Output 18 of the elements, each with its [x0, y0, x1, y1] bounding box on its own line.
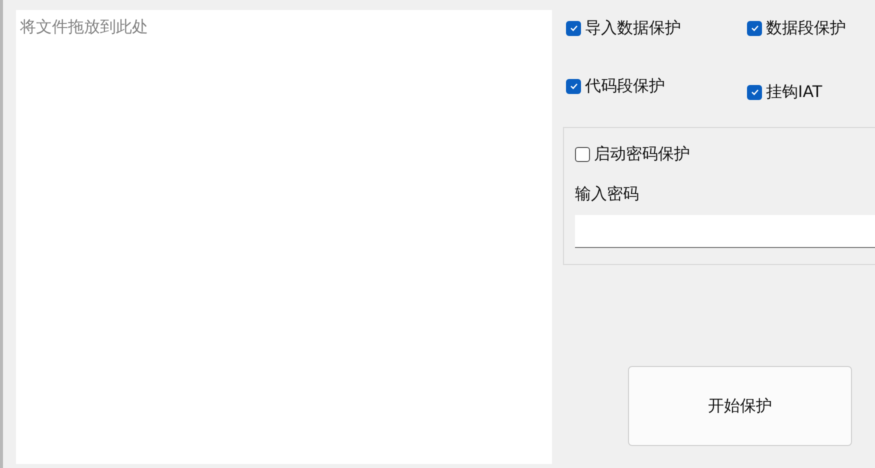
password-field[interactable]	[575, 215, 875, 248]
checkbox[interactable]	[566, 20, 581, 36]
checkbox-label[interactable]: 数据段保护	[766, 18, 846, 38]
checkbox-label[interactable]: 挂钩IAT	[766, 82, 822, 102]
checkbox[interactable]	[747, 20, 762, 36]
check-icon	[568, 81, 578, 91]
check-icon	[750, 87, 760, 97]
check-icon	[750, 23, 760, 33]
password-label: 输入密码	[575, 184, 640, 205]
checkbox[interactable]	[747, 84, 762, 100]
checkbox-label[interactable]: 启动密码保护	[594, 144, 690, 164]
start-protection-button[interactable]: 开始保护	[628, 366, 852, 446]
checkbox[interactable]	[575, 146, 590, 162]
checkbox-label[interactable]: 导入数据保护	[585, 18, 681, 38]
file-drop-area[interactable]: 将文件拖放到此处	[16, 10, 552, 464]
check-icon	[568, 23, 578, 33]
checkbox[interactable]	[566, 78, 581, 94]
checkbox-label[interactable]: 代码段保护	[585, 76, 665, 96]
